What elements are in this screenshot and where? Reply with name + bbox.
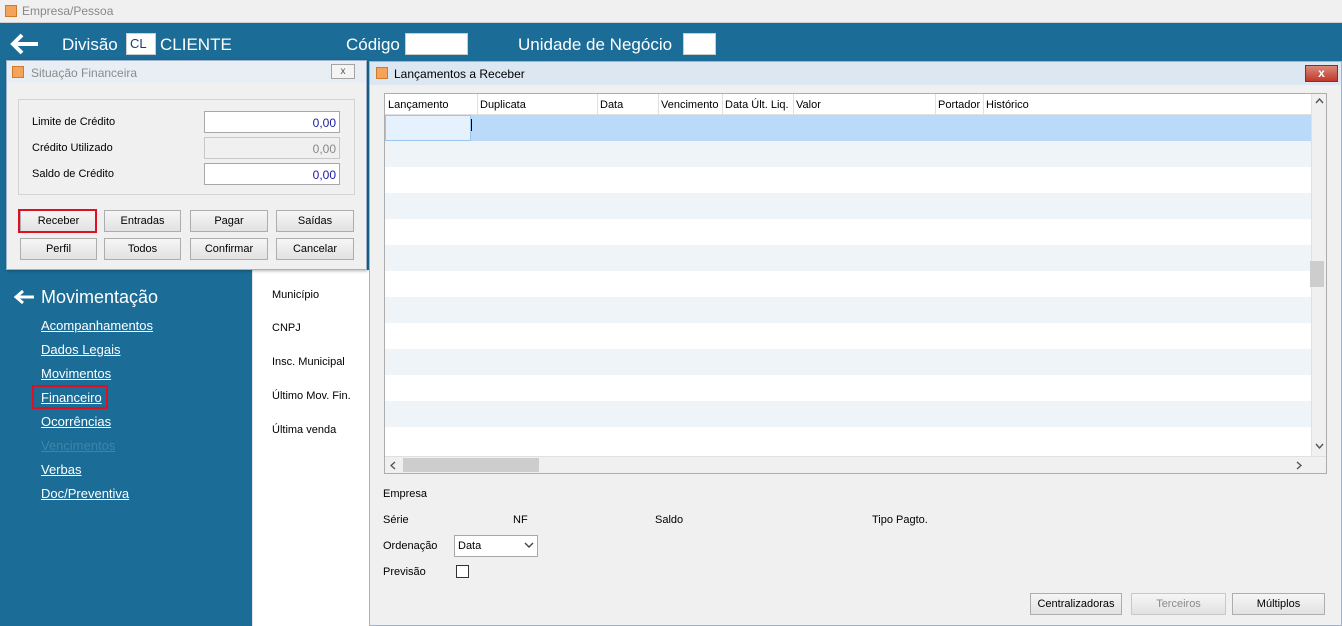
situacao-financeira-dialog: Situação Financeira x Limite de Crédito … [6, 60, 367, 270]
financeiro-highlight [32, 385, 108, 409]
situacao-app-icon [12, 66, 24, 78]
header-bar: Divisão CL CLIENTE Código Unidade de Neg… [0, 23, 1342, 60]
main-titlebar: Empresa/Pessoa [0, 0, 1342, 23]
sidebar-item-vencimentos: Vencimentos [41, 438, 116, 453]
multiplos-button[interactable]: Múltiplos [1232, 593, 1325, 615]
ordenacao-label: Ordenação [383, 540, 438, 552]
col-data[interactable]: Data [600, 99, 623, 111]
lancamentos-window: Lançamentos a Receber x Lançamento Dupli… [369, 61, 1342, 626]
tipo-pagto-label: Tipo Pagto. [872, 514, 928, 526]
ultima-venda-label: Última venda [272, 424, 337, 436]
movimentacao-back-icon[interactable] [14, 289, 36, 305]
grid-row[interactable] [385, 427, 1311, 456]
grid-row[interactable] [385, 167, 1311, 193]
grid-row-selected[interactable] [385, 115, 1311, 141]
cancelar-button[interactable]: Cancelar [276, 238, 354, 260]
col-lancamento[interactable]: Lançamento [388, 99, 449, 111]
lancamentos-close-button[interactable]: x [1305, 65, 1338, 82]
grid-row[interactable] [385, 375, 1311, 401]
situacao-close-button[interactable]: x [331, 64, 355, 79]
serie-label: Série [383, 514, 409, 526]
ultimo-mov-fin-label: Último Mov. Fin. [272, 390, 351, 402]
lancamentos-grid[interactable]: Lançamento Duplicata Data Vencimento Dat… [384, 93, 1327, 474]
col-data-ult-liq[interactable]: Data Últ. Liq. [725, 99, 789, 111]
grid-row[interactable] [385, 193, 1311, 219]
sidebar-item-movimentos[interactable]: Movimentos [41, 366, 111, 381]
grid-row[interactable] [385, 141, 1311, 167]
credito-utilizado-field: 0,00 [204, 137, 340, 159]
unidade-label: Unidade de Negócio [518, 35, 673, 54]
nf-label: NF [513, 514, 528, 526]
saldo-credito-label: Saldo de Crédito [32, 168, 114, 180]
divisao-name: CLIENTE [160, 35, 232, 54]
col-valor[interactable]: Valor [796, 99, 821, 111]
limite-credito-field[interactable]: 0,00 [204, 111, 340, 133]
saldo-label: Saldo [655, 514, 684, 526]
scroll-left-icon[interactable] [390, 461, 396, 470]
saidas-button[interactable]: Saídas [276, 210, 354, 232]
codigo-label: Código [346, 35, 400, 54]
insc-municipal-label: Insc. Municipal [272, 356, 345, 368]
detail-panel-inner [252, 270, 370, 626]
todos-button[interactable]: Todos [104, 238, 181, 260]
lancamentos-title: Lançamentos a Receber [394, 67, 525, 81]
terceiros-button: Terceiros [1131, 593, 1226, 615]
divisao-label: Divisão [62, 35, 118, 54]
scroll-right-icon[interactable] [1296, 461, 1302, 470]
lancamentos-titlebar: Lançamentos a Receber x [370, 62, 1341, 85]
sidebar-item-ocorrencias[interactable]: Ocorrências [41, 414, 111, 429]
grid-row[interactable] [385, 323, 1311, 349]
grid-row[interactable] [385, 245, 1311, 271]
previsao-checkbox[interactable] [456, 565, 469, 578]
receber-highlight [18, 209, 97, 233]
credito-utilizado-label: Crédito Utilizado [32, 142, 113, 154]
perfil-button[interactable]: Perfil [20, 238, 97, 260]
horizontal-scroll-thumb[interactable] [403, 458, 539, 472]
unidade-field[interactable] [683, 33, 716, 55]
app-icon [5, 5, 17, 17]
pagar-button[interactable]: Pagar [190, 210, 268, 232]
window-title: Empresa/Pessoa [22, 4, 114, 18]
grid-row[interactable] [385, 271, 1311, 297]
saldo-credito-field[interactable]: 0,00 [204, 163, 340, 185]
centralizadoras-button[interactable]: Centralizadoras [1030, 593, 1122, 615]
scroll-down-icon[interactable] [1315, 443, 1324, 449]
sidebar-item-acompanhamentos[interactable]: Acompanhamentos [41, 318, 153, 333]
empresa-label: Empresa [383, 488, 428, 500]
confirmar-button[interactable]: Confirmar [190, 238, 268, 260]
vertical-scroll-thumb[interactable] [1310, 261, 1324, 287]
col-portador[interactable]: Portador [938, 99, 980, 111]
grid-row[interactable] [385, 401, 1311, 427]
scroll-up-icon[interactable] [1315, 98, 1324, 104]
close-icon: x [340, 66, 346, 77]
situacao-title: Situação Financeira [31, 66, 138, 80]
movimentacao-title: Movimentação [41, 287, 159, 307]
limite-credito-label: Limite de Crédito [32, 116, 116, 128]
grid-row[interactable] [385, 349, 1311, 375]
municipio-label: Município [272, 289, 320, 301]
sidebar-item-verbas[interactable]: Verbas [41, 462, 81, 477]
grid-row[interactable] [385, 219, 1311, 245]
chevron-down-icon[interactable] [524, 542, 534, 549]
sidebar-item-dados-legais[interactable]: Dados Legais [41, 342, 121, 357]
cnpj-label: CNPJ [272, 322, 301, 334]
divisao-code-field[interactable]: CL [126, 33, 156, 55]
lancamentos-app-icon [376, 67, 388, 79]
col-historico[interactable]: Histórico [986, 99, 1029, 111]
col-vencimento[interactable]: Vencimento [661, 99, 718, 111]
entradas-button[interactable]: Entradas [104, 210, 181, 232]
close-icon: x [1318, 66, 1325, 80]
situacao-titlebar: Situação Financeira x [7, 61, 366, 83]
grid-row[interactable] [385, 297, 1311, 323]
sidebar-item-doc-preventiva[interactable]: Doc/Preventiva [41, 486, 129, 501]
codigo-field[interactable] [405, 33, 468, 55]
col-duplicata[interactable]: Duplicata [480, 99, 526, 111]
previsao-label: Previsão [383, 566, 426, 578]
back-arrow-icon[interactable] [10, 33, 40, 55]
grid-header: Lançamento Duplicata Data Vencimento Dat… [385, 94, 1311, 115]
